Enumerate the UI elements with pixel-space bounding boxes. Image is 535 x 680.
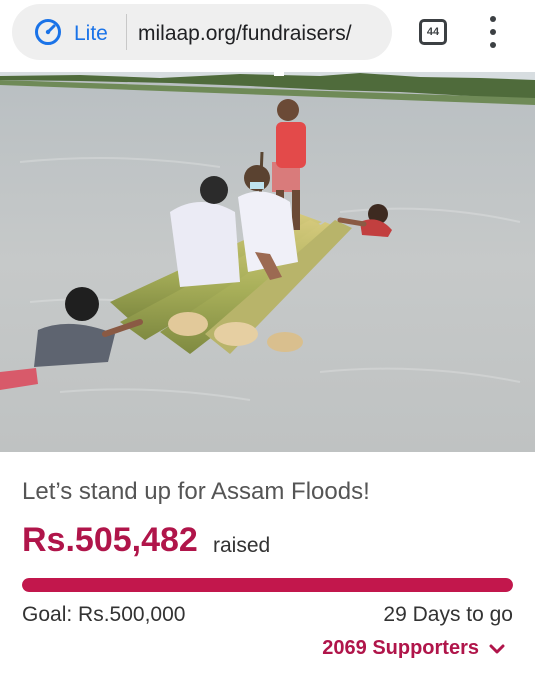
progress-fill bbox=[22, 578, 513, 592]
goal-amount: Goal: Rs.500,000 bbox=[22, 603, 186, 626]
lite-mode-label: Lite bbox=[74, 22, 108, 45]
campaign-photo bbox=[0, 72, 535, 452]
url-divider bbox=[126, 14, 127, 50]
supporters-toggle[interactable]: 2069 Supporters bbox=[322, 637, 505, 660]
raised-amount: Rs.505,482 bbox=[22, 521, 198, 559]
days-remaining: 29 Days to go bbox=[383, 603, 513, 626]
url-text[interactable]: milaap.org/fundraisers/ bbox=[138, 22, 384, 46]
fundraising-progress-bar bbox=[22, 578, 513, 592]
address-bar[interactable]: Lite milaap.org/fundraisers/ bbox=[12, 4, 392, 60]
raised-label: raised bbox=[213, 534, 271, 557]
supporters-count: 2069 Supporters bbox=[322, 637, 479, 659]
campaign-title: Let’s stand up for Assam Floods! bbox=[22, 478, 370, 505]
tab-switcher-button[interactable]: 44 bbox=[419, 19, 447, 45]
chevron-down-icon bbox=[489, 644, 505, 653]
speedometer-icon bbox=[35, 19, 61, 45]
browser-toolbar: Lite milaap.org/fundraisers/ 44 bbox=[0, 0, 535, 70]
more-vert-icon[interactable] bbox=[485, 16, 501, 48]
